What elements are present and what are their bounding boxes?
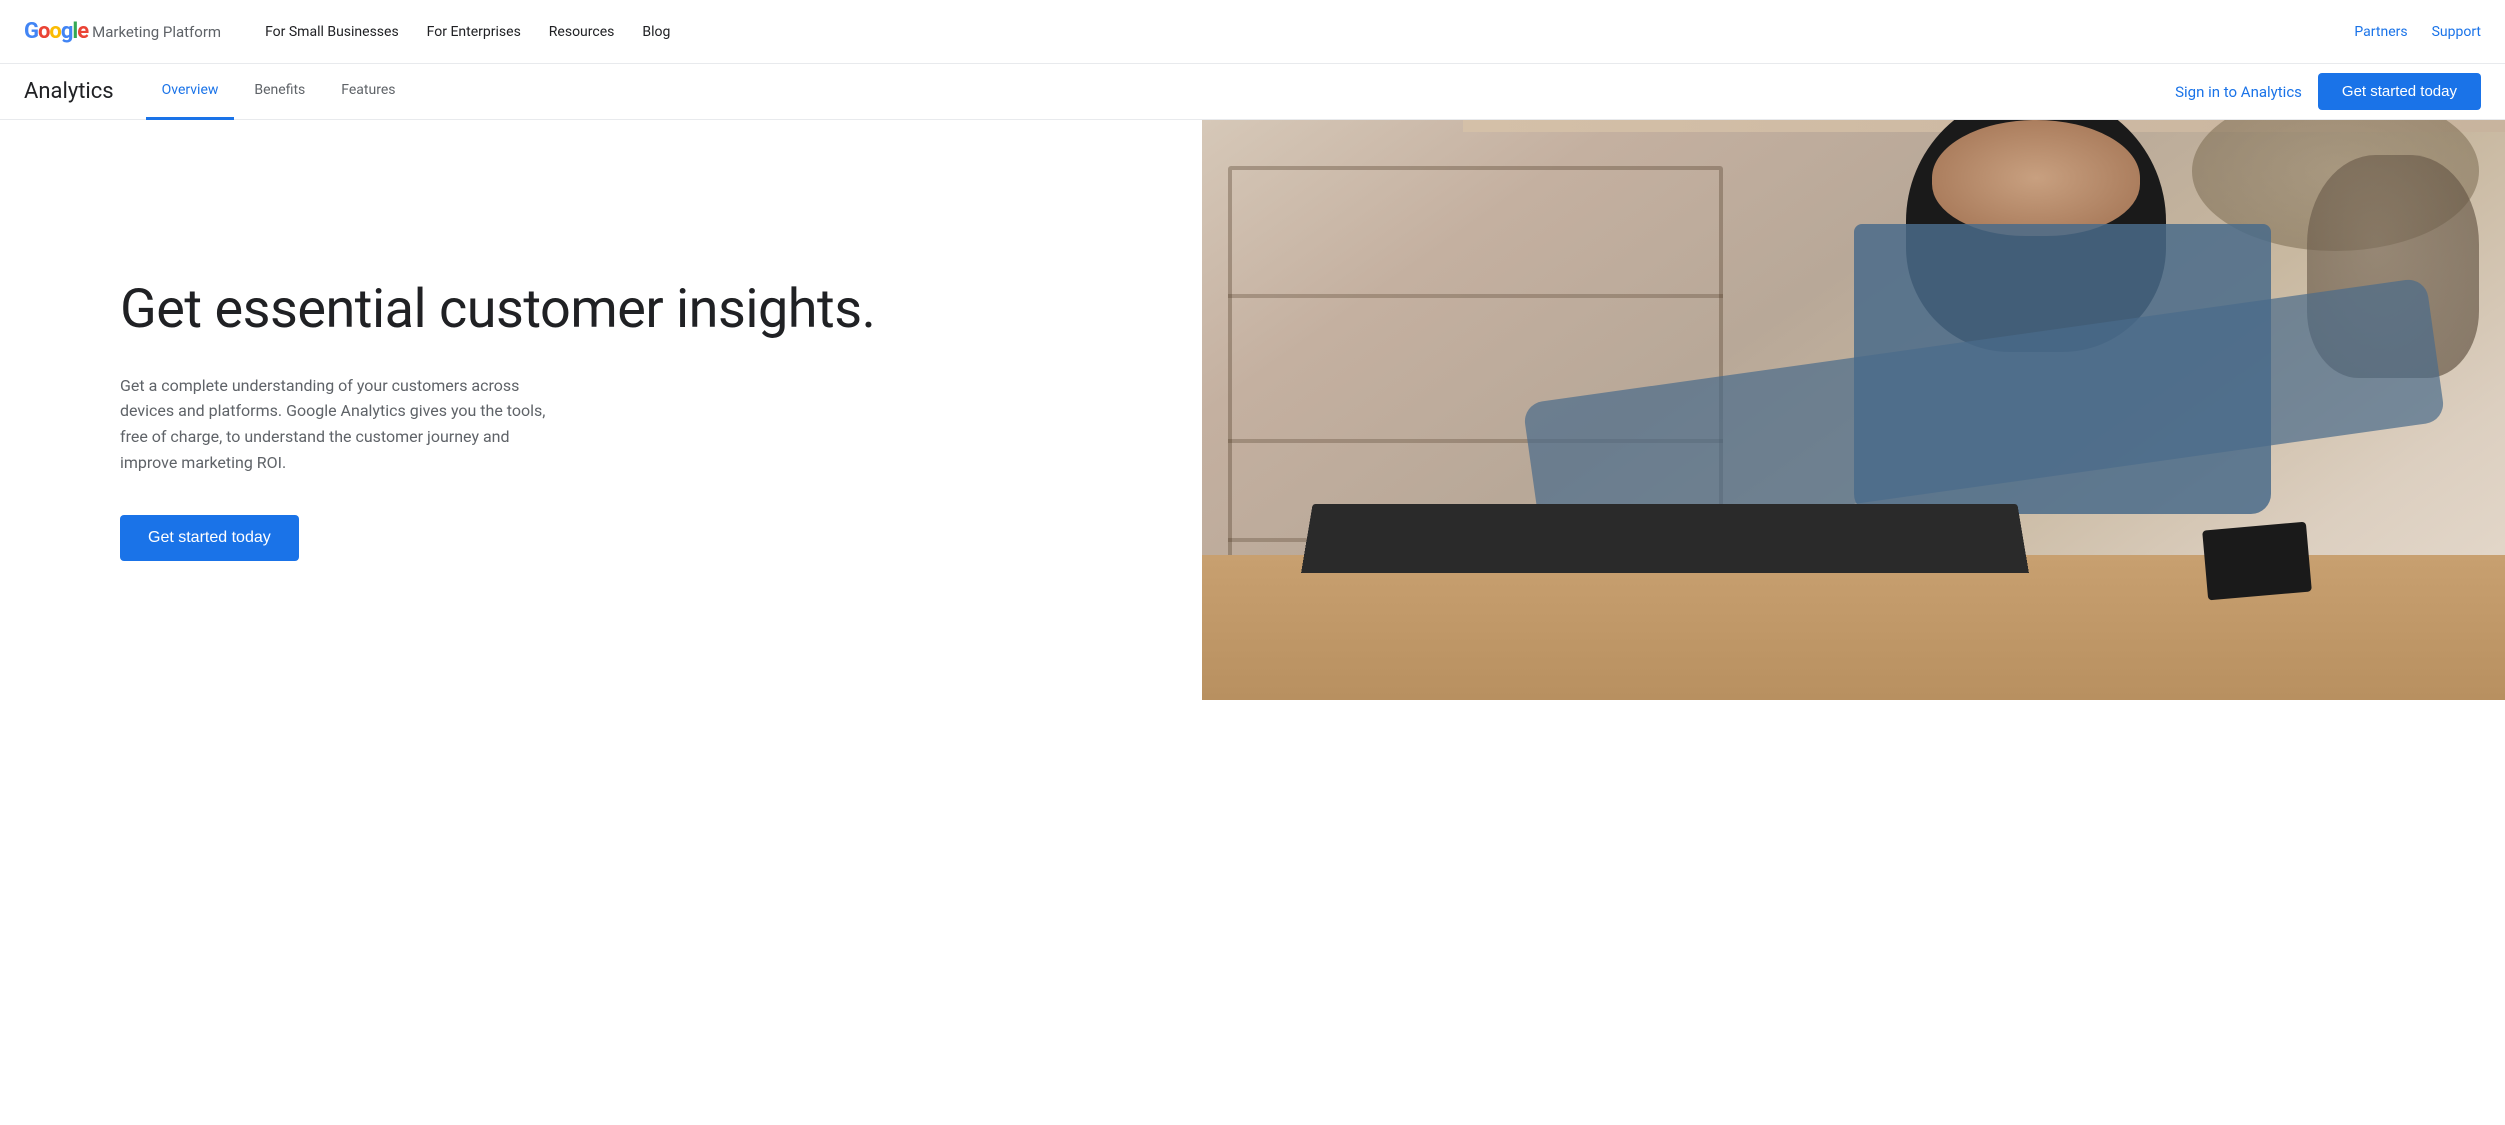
sign-in-link[interactable]: Sign in to Analytics	[2175, 83, 2302, 101]
hero-title: Get essential customer insights.	[120, 279, 1142, 341]
subnav-benefits[interactable]: Benefits	[238, 64, 321, 120]
google-g-letter: Google	[24, 19, 88, 44]
nav-enterprises[interactable]: For Enterprises	[415, 16, 533, 48]
hero-section: Get essential customer insights. Get a c…	[0, 120, 2505, 700]
shelf-row-1	[1228, 294, 1723, 298]
photo-overlay	[1202, 120, 2505, 700]
laptop	[1301, 504, 2029, 573]
letter-o2: o	[49, 19, 60, 44]
letter-e: e	[77, 19, 88, 44]
sub-nav-links: Overview Benefits Features	[146, 64, 2175, 120]
sub-navigation: Analytics Overview Benefits Features Sig…	[0, 64, 2505, 120]
logo-area: Google Marketing Platform	[24, 19, 221, 44]
letter-g2: g	[61, 19, 73, 44]
hero-photo	[1202, 120, 2505, 700]
nav-partners[interactable]: Partners	[2354, 24, 2407, 40]
hero-content: Get essential customer insights. Get a c…	[0, 120, 1202, 700]
subnav-features[interactable]: Features	[325, 64, 411, 120]
sub-nav-right: Sign in to Analytics Get started today	[2175, 73, 2481, 110]
get-started-button-nav[interactable]: Get started today	[2318, 73, 2481, 110]
top-nav-right: Partners Support	[2354, 24, 2481, 40]
google-logo: Google Marketing Platform	[24, 19, 221, 44]
nav-support[interactable]: Support	[2432, 24, 2481, 40]
analytics-title: Analytics	[24, 79, 114, 104]
get-started-button-hero[interactable]: Get started today	[120, 515, 299, 561]
letter-g: G	[24, 19, 38, 44]
person-head	[1932, 120, 2140, 236]
top-navigation: Google Marketing Platform For Small Busi…	[0, 0, 2505, 64]
subnav-overview[interactable]: Overview	[146, 64, 235, 120]
nav-small-businesses[interactable]: For Small Businesses	[253, 16, 411, 48]
letter-o1: o	[38, 19, 49, 44]
top-nav-links: For Small Businesses For Enterprises Res…	[253, 16, 2354, 48]
platform-name: Marketing Platform	[92, 23, 221, 41]
nav-resources[interactable]: Resources	[537, 16, 627, 48]
phone	[2203, 522, 2313, 600]
hero-description: Get a complete understanding of your cus…	[120, 373, 560, 475]
nav-blog[interactable]: Blog	[630, 16, 682, 48]
hero-image	[1202, 120, 2505, 700]
